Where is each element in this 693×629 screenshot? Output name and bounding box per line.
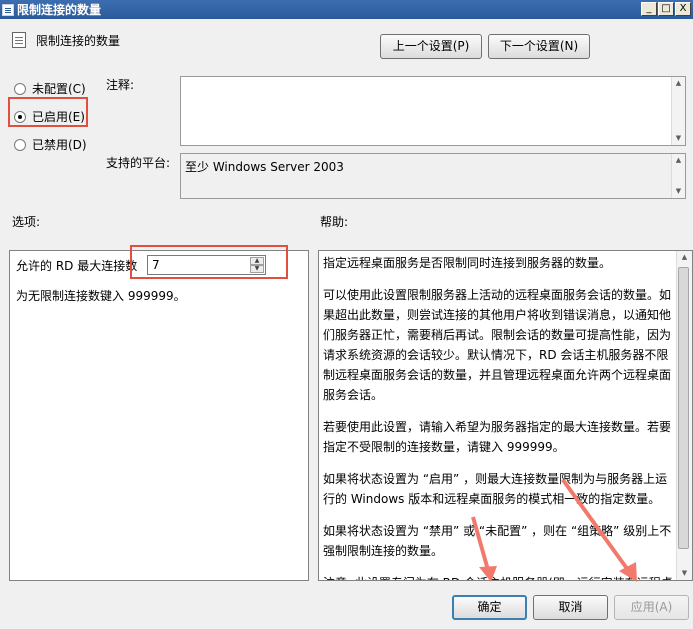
minimize-button[interactable]: _: [641, 2, 657, 16]
supported-scroll-down-arrow-icon[interactable]: ▼: [672, 185, 685, 198]
radio-not-configured[interactable]: 未配置(C): [14, 80, 86, 97]
help-label: 帮助:: [320, 215, 349, 229]
window-controls: _ □ X: [641, 2, 691, 16]
help-paragraph: 如果将状态设置为 “禁用” 或 “未配置” ，则在 “组策略” 级别上不强制限制…: [323, 524, 672, 558]
options-label: 选项:: [12, 215, 41, 229]
help-paragraph: 如果将状态设置为 “启用” ，则最大连接数量限制为与服务器上运行的 Window…: [323, 472, 668, 506]
comment-label: 注释:: [106, 78, 135, 92]
scroll-up-arrow-icon[interactable]: ▲: [672, 77, 685, 90]
help-paragraph: 指定远程桌面服务是否限制同时连接到服务器的数量。: [323, 256, 612, 270]
max-connections-hint: 为无限制连接数键入 999999。: [16, 289, 186, 303]
max-connections-label: 允许的 RD 最大连接数: [16, 259, 138, 273]
supported-label: 支持的平台:: [106, 156, 171, 170]
title-bar: 限制连接的数量 _ □ X: [0, 0, 693, 19]
supported-field: 至少 Windows Server 2003 ▲ ▼: [180, 153, 686, 199]
radio-not-configured-label: 未配置(C): [32, 82, 86, 96]
help-text: 指定远程桌面服务是否限制同时连接到服务器的数量。 可以使用此设置限制服务器上活动…: [323, 253, 675, 580]
next-setting-button[interactable]: 下一个设置(N): [488, 34, 590, 59]
scroll-down-arrow-icon[interactable]: ▼: [672, 132, 685, 145]
help-paragraph: 若要使用此设置，请输入希望为服务器指定的最大连接数量。若要指定不受限制的连接数量…: [323, 420, 672, 454]
help-panel: 指定远程桌面服务是否限制同时连接到服务器的数量。 可以使用此设置限制服务器上活动…: [318, 250, 693, 581]
help-scrollbar[interactable]: ▲ ▼: [676, 251, 692, 580]
help-scroll-thumb[interactable]: [678, 267, 689, 549]
help-paragraph: 注意: 此设置专门为在 RD 会话主机服务器(即，运行安装有远程桌: [323, 573, 675, 580]
help-scroll-down-arrow-icon[interactable]: ▼: [677, 567, 692, 580]
help-scroll-up-arrow-icon[interactable]: ▲: [677, 251, 692, 264]
input-highlight-box: [130, 245, 288, 279]
cancel-button[interactable]: 取消: [533, 595, 608, 620]
policy-app-icon: [2, 3, 14, 16]
options-panel: 允许的 RD 最大连接数 7 ▲ ▼ 为无限制连接数键入 999999。: [9, 250, 309, 581]
policy-name: 限制连接的数量: [36, 34, 121, 48]
supported-value: 至少 Windows Server 2003: [185, 160, 344, 174]
radio-not-configured-circle[interactable]: [14, 82, 26, 95]
previous-setting-button[interactable]: 上一个设置(P): [380, 34, 482, 59]
radio-disabled-label: 已禁用(D): [32, 138, 87, 152]
radio-disabled-circle[interactable]: [14, 138, 26, 151]
comment-scrollbar[interactable]: ▲ ▼: [671, 77, 685, 145]
supported-scroll-up-arrow-icon[interactable]: ▲: [672, 154, 685, 167]
comment-textarea[interactable]: ▲ ▼: [180, 76, 686, 146]
supported-scrollbar[interactable]: ▲ ▼: [671, 154, 685, 198]
policy-setting-icon: [12, 32, 26, 48]
window-title: 限制连接的数量: [17, 3, 102, 17]
help-paragraph: 可以使用此设置限制服务器上活动的远程桌面服务会话的数量。如果超出此数量，则尝试连…: [323, 288, 672, 402]
close-button[interactable]: X: [675, 2, 691, 16]
maximize-button[interactable]: □: [658, 2, 674, 16]
radio-disabled[interactable]: 已禁用(D): [14, 136, 87, 153]
ok-button[interactable]: 确定: [452, 595, 527, 620]
enabled-highlight-box: [8, 97, 88, 127]
apply-button[interactable]: 应用(A): [614, 595, 689, 620]
